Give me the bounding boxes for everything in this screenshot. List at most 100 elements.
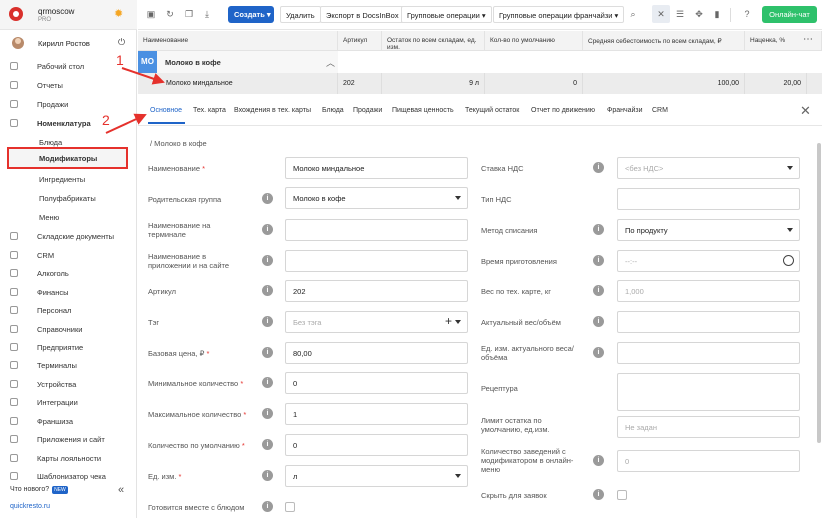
sidebar-item-menu[interactable]: Меню (0, 209, 137, 225)
search-icon[interactable]: ⌕ (628, 9, 638, 19)
sidebar-item-terminals[interactable]: Терминалы (0, 357, 137, 373)
sidebar-item-dishes[interactable]: Блюда (0, 134, 137, 150)
info-icon[interactable]: i (593, 489, 604, 500)
tag-select[interactable]: Без тэга + (285, 311, 468, 333)
tab-tech-card[interactable]: Тех. карта (193, 107, 226, 114)
column-header-avg-cost[interactable]: Средняя себестоимость по всем складам, ₽ (583, 31, 745, 51)
article-input[interactable]: 202 (285, 280, 468, 302)
info-icon[interactable]: i (262, 285, 273, 296)
sidebar-item-reports[interactable]: Отчеты (0, 77, 137, 93)
clock-icon[interactable] (783, 255, 794, 266)
theme-sun-icon[interactable]: ✹ (114, 7, 123, 20)
sidebar-item-enterprise[interactable]: Предприятие (0, 339, 137, 355)
unit-select[interactable]: л (285, 465, 468, 487)
sidebar-item-modifiers[interactable]: Модификаторы (7, 147, 128, 169)
chevron-up-icon[interactable]: ︿ (326, 56, 335, 69)
min-qty-input[interactable]: 0 (285, 372, 468, 394)
column-header-markup[interactable]: Наценка, % ⋯ (745, 31, 822, 51)
refresh-icon[interactable]: ↻ (165, 9, 175, 19)
tab-tech-card-entries[interactable]: Вхождения в тех. карты (234, 107, 311, 114)
create-button[interactable]: Создать ▾ (228, 6, 274, 23)
info-icon[interactable]: i (262, 408, 273, 419)
terminal-name-input[interactable] (285, 219, 468, 241)
more-icon[interactable]: ⋯ (803, 34, 813, 45)
close-icon[interactable]: ✕ (800, 103, 811, 119)
info-icon[interactable]: i (593, 347, 604, 358)
info-icon[interactable]: i (593, 316, 604, 327)
column-header-name[interactable]: Наименование (138, 31, 338, 51)
weight-input[interactable]: 1,000 (617, 280, 800, 302)
info-icon[interactable]: i (262, 347, 273, 358)
vat-type-input[interactable] (617, 188, 800, 210)
info-icon[interactable]: i (262, 377, 273, 388)
info-icon[interactable]: i (262, 224, 273, 235)
download-icon[interactable]: ⤓ (202, 9, 212, 19)
info-icon[interactable]: i (593, 224, 604, 235)
sidebar-item-directories[interactable]: Справочники (0, 321, 137, 337)
info-icon[interactable]: i (262, 255, 273, 266)
move-icon[interactable]: ✥ (694, 9, 704, 19)
sidebar-item-staff[interactable]: Персонал (0, 302, 137, 318)
scrollbar[interactable] (817, 143, 821, 443)
sidebar-item-warehouse-docs[interactable]: Складские документы (0, 228, 137, 244)
tab-dishes[interactable]: Блюда (322, 107, 344, 114)
sidebar-item-nomenclature[interactable]: Номенклатура (0, 115, 137, 131)
site-link[interactable]: quickresto.ru (10, 503, 50, 510)
recipe-textarea[interactable] (617, 373, 800, 411)
writeoff-method-select[interactable]: По продукту (617, 219, 800, 241)
group-operations-button[interactable]: Групповые операции ▾ (401, 6, 492, 23)
delete-button[interactable]: Удалить (280, 6, 321, 23)
stock-limit-input[interactable]: Не задан (617, 416, 800, 438)
franchise-operations-button[interactable]: Групповые операции франчайзи ▾ (493, 6, 625, 23)
sidebar-item-alcohol[interactable]: Алкоголь (0, 265, 137, 281)
cook-together-checkbox[interactable] (285, 502, 295, 512)
name-input[interactable]: Молоко миндальное (285, 157, 468, 179)
tab-crm[interactable]: CRM (652, 107, 668, 114)
sidebar-item-ingredients[interactable]: Ингредиенты (0, 171, 137, 187)
sidebar-item-sales[interactable]: Продажи (0, 96, 137, 112)
sidebar-item-semi-products[interactable]: Полуфабрикаты (0, 190, 137, 206)
info-icon[interactable]: i (262, 470, 273, 481)
parent-group-select[interactable]: Молоко в кофе (285, 187, 468, 209)
trash-icon[interactable]: ▮ (712, 9, 722, 19)
cook-time-input[interactable]: --:-- (617, 250, 800, 272)
table-row[interactable]: Молоко миндальное 202 9 л 0 100,00 20,00 (138, 73, 822, 94)
tab-sales[interactable]: Продажи (353, 107, 382, 114)
tools-icon[interactable]: ✕ (656, 9, 666, 19)
info-icon[interactable]: i (262, 501, 273, 512)
sidebar-item-crm[interactable]: CRM (0, 247, 137, 263)
breadcrumb[interactable]: / Молоко в кофе (150, 139, 207, 148)
tab-nutrition[interactable]: Пищевая ценность (392, 107, 454, 114)
info-icon[interactable]: i (593, 455, 604, 466)
brand-header[interactable]: qrmoscow PRO ✹ (0, 0, 137, 30)
plus-icon[interactable]: + (445, 314, 452, 328)
info-icon[interactable]: i (593, 285, 604, 296)
sidebar-item-devices[interactable]: Устройства (0, 376, 137, 392)
hide-for-requests-checkbox[interactable] (617, 490, 627, 500)
online-chat-button[interactable]: Онлайн-чат (762, 6, 817, 23)
list-icon[interactable]: ☰ (675, 9, 685, 19)
sidebar-item-loyalty[interactable]: Карты лояльности (0, 450, 137, 466)
column-header-article[interactable]: Артикул (338, 31, 382, 51)
actual-unit-input[interactable] (617, 342, 800, 364)
tab-movement-report[interactable]: Отчет по движению (531, 107, 595, 114)
max-qty-input[interactable]: 1 (285, 403, 468, 425)
app-name-input[interactable] (285, 250, 468, 272)
sidebar-item-apps[interactable]: Приложения и сайт (0, 431, 137, 447)
sidebar-item-franchise[interactable]: Франшиза (0, 413, 137, 429)
save-icon[interactable]: ▣ (146, 9, 156, 19)
column-header-stock[interactable]: Остаток по всем складам, ед. изм. (382, 31, 485, 51)
help-icon[interactable]: ? (742, 9, 752, 19)
export-docsinbox-button[interactable]: Экспорт в DocsInBox (320, 6, 405, 23)
info-icon[interactable]: i (593, 162, 604, 173)
copy-icon[interactable]: ❐ (184, 9, 194, 19)
online-venues-input[interactable]: 0 (617, 450, 800, 472)
tab-current-stock[interactable]: Текущий остаток (465, 107, 519, 114)
column-header-default-qty[interactable]: Кол-во по умолчанию (485, 31, 583, 51)
sidebar-item-integrations[interactable]: Интеграции (0, 394, 137, 410)
info-icon[interactable]: i (262, 439, 273, 450)
tab-main[interactable]: Основное (150, 107, 182, 114)
sidebar-item-receipt-template[interactable]: Шаблонизатор чека (0, 468, 137, 484)
actual-weight-input[interactable] (617, 311, 800, 333)
vat-rate-select[interactable]: <без НДС> (617, 157, 800, 179)
